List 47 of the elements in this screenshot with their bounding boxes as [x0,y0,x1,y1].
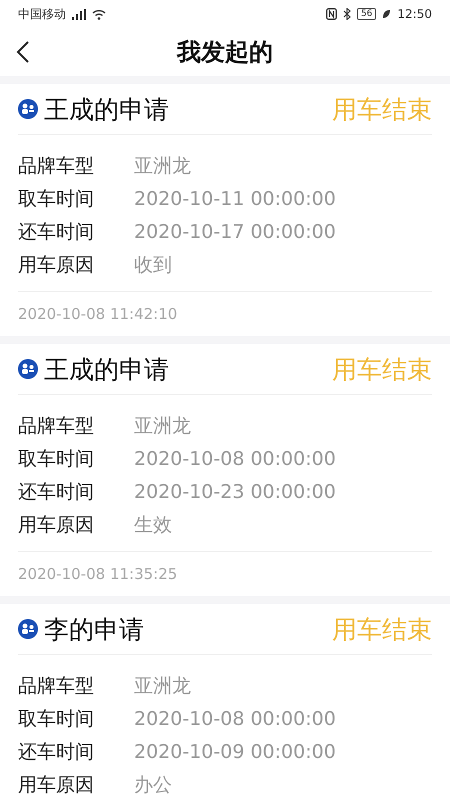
request-timestamp: 2020-10-08 11:35:25 [18,565,178,583]
field-label: 品牌车型 [18,414,95,438]
field-value: 2020-10-11 00:00:00 [134,188,336,210]
field-value: 2020-10-08 00:00:00 [134,708,336,730]
field-label: 还车时间 [18,220,95,244]
field-value: 2020-10-23 00:00:00 [134,480,336,502]
bluetooth-icon [342,8,351,20]
request-timestamp: 2020-10-08 11:42:10 [18,305,178,323]
field-label: 品牌车型 [18,674,95,698]
signal-icon [72,8,86,20]
field-value: 收到 [134,252,172,278]
field-value: 亚洲龙 [134,414,191,438]
field-label: 取车时间 [18,186,95,212]
clock-time: 12:50 [397,7,432,21]
field-label: 用车原因 [18,772,95,798]
wifi-icon [92,8,106,20]
request-card[interactable]: 王成的申请 用车结束 品牌车型 亚洲龙 取车时间 2020-10-11 00:00:00 还车时间 2020-10-17 00:00:00 用车原因 收到 2020-10-08 11:42:10 [0,84,450,336]
request-card[interactable]: 王成的申请 用车结束 品牌车型 亚洲龙 取车时间 2020-10-08 00:00:00 还车时间 2020-10-23 00:00:00 用车原因 生效 2020-10-08 11:35:25 [0,344,450,596]
request-title: 王成的申请 [44,354,170,386]
request-title: 王成的申请 [44,94,170,126]
request-status: 用车结束 [332,94,432,126]
field-value: 生效 [134,512,172,538]
battery-level: 56 [356,8,376,20]
field-label: 取车时间 [18,446,95,472]
request-title: 李的申请 [44,614,145,646]
field-value: 亚洲龙 [134,154,191,178]
people-icon [18,359,38,379]
field-value: 亚洲龙 [134,674,191,698]
field-label: 用车原因 [18,512,95,538]
field-value: 2020-10-08 00:00:00 [134,448,336,470]
leaf-icon [382,9,392,19]
page-title: 我发起的 [177,37,273,68]
field-label: 用车原因 [18,252,95,278]
people-icon [18,619,38,639]
nfc-icon [326,8,337,20]
field-value: 2020-10-09 00:00:00 [134,740,336,762]
field-value: 办公 [134,772,172,798]
people-icon [18,99,38,119]
field-label: 还车时间 [18,480,95,504]
request-card[interactable]: 李的申请 用车结束 品牌车型 亚洲龙 取车时间 2020-10-08 00:00:00 还车时间 2020-10-09 00:00:00 用车原因 办公 [0,604,450,800]
request-status: 用车结束 [332,614,432,646]
field-label: 取车时间 [18,706,95,732]
field-label: 还车时间 [18,740,95,764]
field-value: 2020-10-17 00:00:00 [134,220,336,242]
field-label: 品牌车型 [18,154,95,178]
request-status: 用车结束 [332,354,432,386]
carrier-name: 中国移动 [18,6,66,22]
